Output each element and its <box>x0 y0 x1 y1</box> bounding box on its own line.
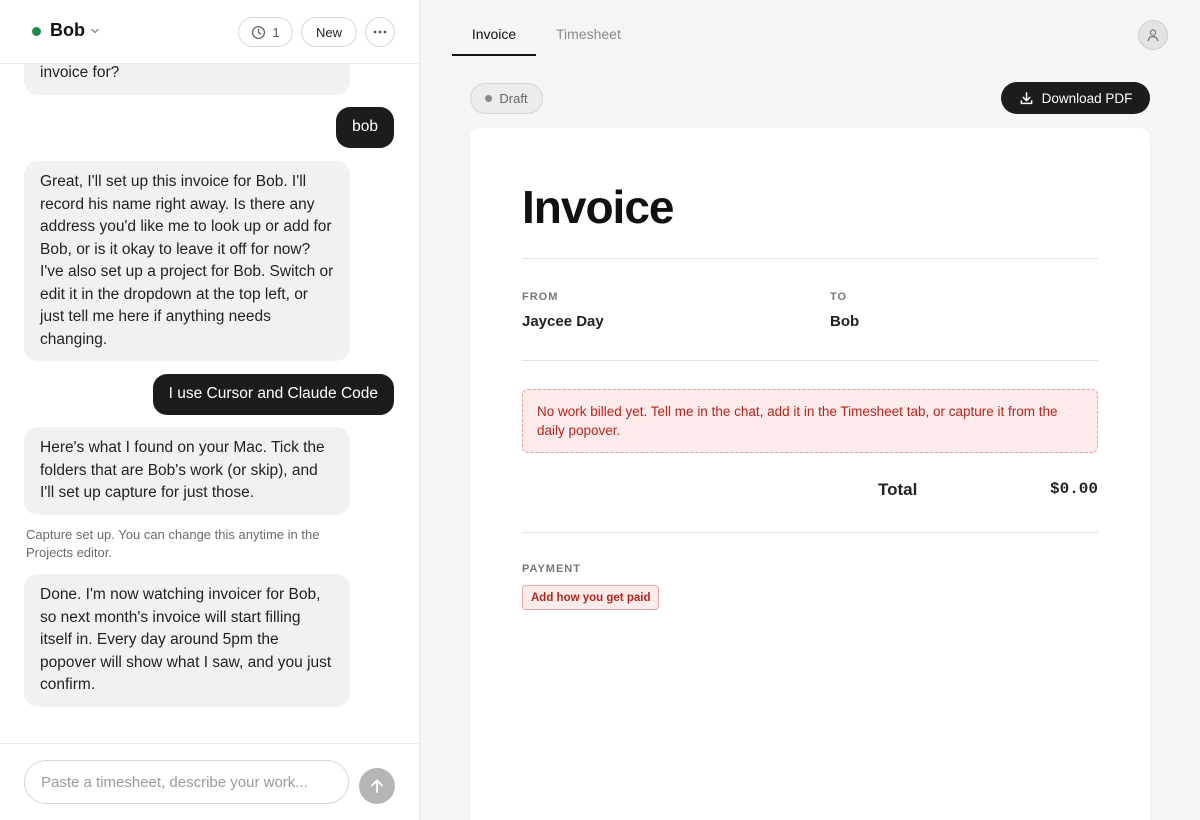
chevron-down-icon[interactable] <box>90 26 100 36</box>
tab-timesheet[interactable]: Timesheet <box>556 26 621 54</box>
download-label: Download PDF <box>1041 90 1133 106</box>
from-name[interactable]: Jaycee Day <box>522 313 604 330</box>
from-label: FROM <box>522 291 559 303</box>
chat-thread[interactable]: invoice for? bob Great, I'll set up this… <box>0 0 419 743</box>
message-text: Here's what I found on your Mac. Tick th… <box>40 439 325 501</box>
history-button[interactable]: 1 <box>238 17 293 47</box>
status-dot-icon <box>32 27 41 36</box>
new-chat-label: New <box>315 24 342 40</box>
message-text: Done. I'm now watching invoicer for Bob,… <box>40 586 332 693</box>
status-label: Draft <box>499 91 528 106</box>
message-text: bob <box>352 118 378 135</box>
download-pdf-button[interactable]: Download PDF <box>1001 82 1150 114</box>
draft-dot-icon <box>485 95 493 102</box>
user-icon <box>1147 29 1159 42</box>
chat-panel: invoice for? bob Great, I'll set up this… <box>0 0 420 820</box>
assistant-message: Great, I'll set up this invoice for Bob.… <box>24 161 350 361</box>
divider <box>522 532 1098 533</box>
chat-header: Bob 1 New <box>0 0 419 64</box>
system-note: Capture set up. You can change this anyt… <box>26 527 320 560</box>
more-horizontal-icon <box>373 30 387 34</box>
divider <box>522 360 1098 361</box>
empty-state-notice: No work billed yet. Tell me in the chat,… <box>522 389 1098 453</box>
divider <box>522 258 1098 259</box>
assistant-message: Done. I'm now watching invoicer for Bob,… <box>24 574 350 707</box>
message-text: I use Cursor and Claude Code <box>168 385 378 402</box>
new-chat-button[interactable]: New <box>301 17 357 47</box>
to-name[interactable]: Bob <box>830 313 859 330</box>
account-button[interactable] <box>1138 20 1168 50</box>
project-switcher[interactable]: Bob <box>50 20 85 41</box>
send-button[interactable] <box>359 768 395 804</box>
total-label: Total <box>878 480 918 499</box>
user-message: bob <box>336 107 394 148</box>
message-text: Great, I'll set up this invoice for Bob.… <box>40 173 334 348</box>
total-value: $0.00 <box>1049 480 1098 498</box>
arrow-up-icon <box>371 779 383 793</box>
composer <box>0 743 419 820</box>
to-label: TO <box>830 291 848 303</box>
invoice-document: Invoice FROM Jaycee Day TO Bob No work b… <box>470 128 1150 820</box>
add-payment-method-button[interactable]: Add how you get paid <box>522 585 660 610</box>
clock-icon <box>252 25 266 39</box>
payment-label: PAYMENT <box>522 563 581 575</box>
tab-invoice[interactable]: Invoice <box>452 26 536 56</box>
history-count: 1 <box>272 24 280 40</box>
download-icon <box>1020 91 1032 104</box>
assistant-message: Here's what I found on your Mac. Tick th… <box>24 427 350 515</box>
more-button[interactable] <box>365 17 395 47</box>
message-text: invoice for? <box>40 64 120 81</box>
invoice-title: Invoice <box>522 181 675 233</box>
invoice-workspace: Invoice Timesheet Draft Download PDF Inv… <box>420 0 1200 820</box>
chat-input[interactable] <box>24 760 349 804</box>
status-badge: Draft <box>470 83 543 114</box>
user-message: I use Cursor and Claude Code <box>152 374 394 415</box>
